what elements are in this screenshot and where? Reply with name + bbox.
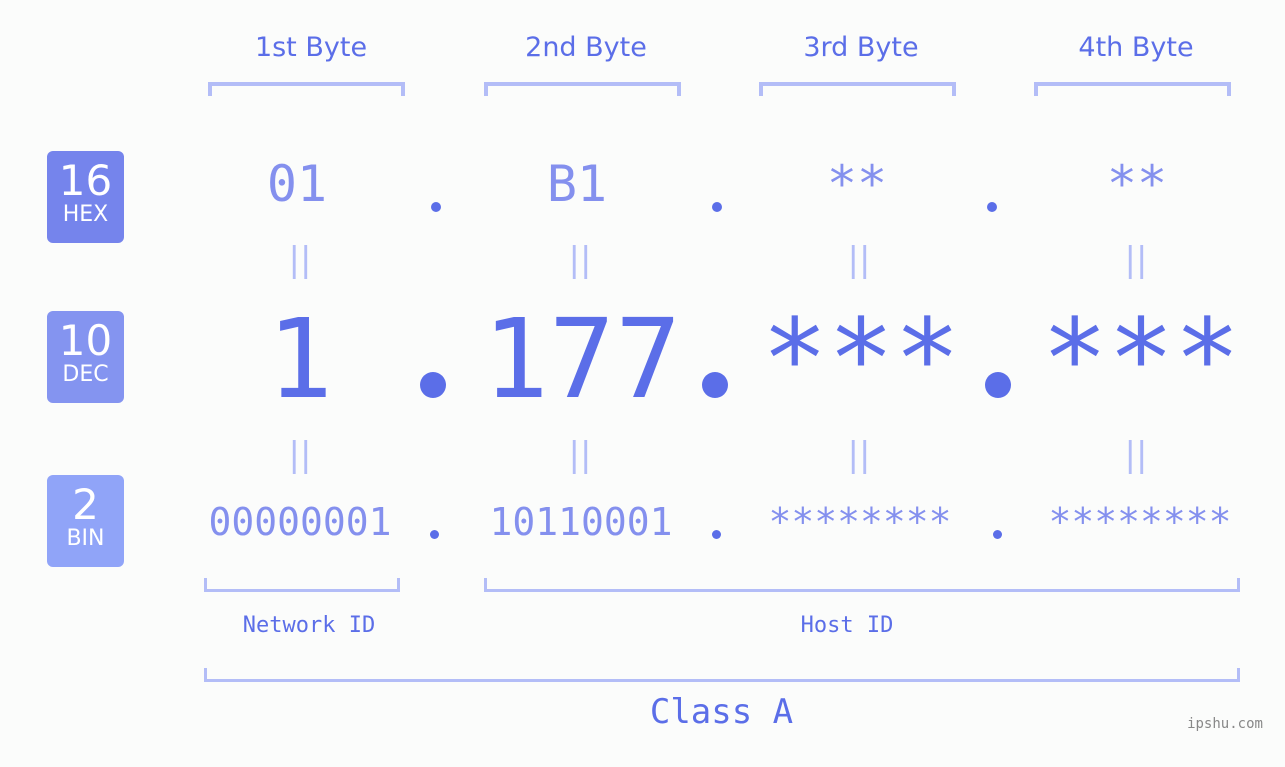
byte-bracket-3 — [759, 82, 956, 96]
bin-separator-dot-3 — [993, 530, 1002, 539]
byte-bracket-4 — [1034, 82, 1231, 96]
equals-dec-bin-3: || — [847, 435, 871, 475]
bin-badge: 2 BIN — [47, 475, 124, 567]
bin-value-2: 10110001 — [489, 500, 673, 544]
watermark: ipshu.com — [1187, 716, 1263, 732]
byte-label-1: 1st Byte — [254, 32, 368, 63]
hex-separator-dot-1 — [431, 202, 441, 212]
network-id-label: Network ID — [242, 613, 376, 638]
hex-separator-dot-3 — [987, 202, 997, 212]
hex-separator-dot-2 — [712, 202, 722, 212]
hex-badge-tag: HEX — [62, 202, 109, 227]
bin-value-4: ******** — [1048, 500, 1232, 544]
hex-value-1: 01 — [266, 155, 328, 213]
dec-separator-dot-2 — [702, 372, 728, 398]
dec-badge: 10 DEC — [47, 311, 124, 403]
dec-value-3: *** — [761, 295, 961, 423]
byte-bracket-2 — [484, 82, 681, 96]
bin-separator-dot-1 — [430, 530, 439, 539]
hex-badge-number: 16 — [58, 156, 113, 205]
hex-value-4: ** — [1106, 155, 1168, 213]
bin-value-1: 00000001 — [208, 500, 392, 544]
host-id-label: Host ID — [800, 613, 894, 638]
equals-hex-dec-1: || — [288, 240, 312, 280]
equals-dec-bin-1: || — [288, 435, 312, 475]
dec-separator-dot-3 — [985, 372, 1011, 398]
byte-bracket-1 — [208, 82, 405, 96]
bin-badge-tag: BIN — [66, 526, 105, 551]
bin-badge-number: 2 — [72, 480, 99, 529]
byte-label-4: 4th Byte — [1078, 32, 1194, 63]
host-id-bracket — [484, 578, 1240, 592]
equals-hex-dec-4: || — [1124, 240, 1148, 280]
hex-value-3: ** — [826, 155, 888, 213]
equals-hex-dec-3: || — [847, 240, 871, 280]
equals-hex-dec-2: || — [568, 240, 592, 280]
dec-badge-tag: DEC — [62, 362, 109, 387]
class-bracket — [204, 668, 1240, 682]
byte-label-3: 3rd Byte — [803, 32, 919, 63]
dec-badge-number: 10 — [58, 316, 113, 365]
equals-dec-bin-4: || — [1124, 435, 1148, 475]
byte-label-2: 2nd Byte — [525, 32, 647, 63]
equals-dec-bin-2: || — [568, 435, 592, 475]
hex-badge: 16 HEX — [47, 151, 124, 243]
dec-separator-dot-1 — [420, 372, 446, 398]
class-label: Class A — [649, 692, 794, 732]
hex-value-2: B1 — [546, 155, 608, 213]
bin-separator-dot-2 — [712, 530, 721, 539]
dec-value-1: 1 — [266, 295, 334, 423]
bin-value-3: ******** — [768, 500, 952, 544]
dec-value-2: 177 — [482, 295, 682, 423]
network-id-bracket — [204, 578, 400, 592]
dec-value-4: *** — [1041, 295, 1241, 423]
